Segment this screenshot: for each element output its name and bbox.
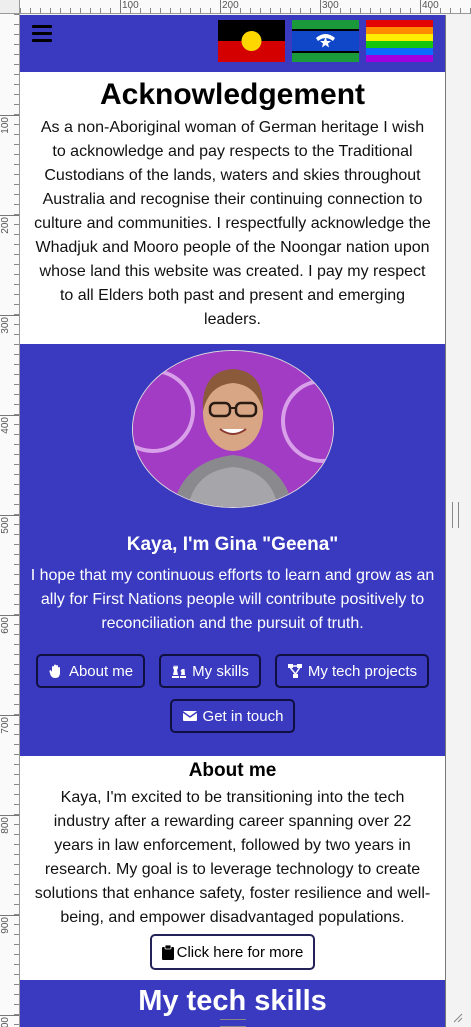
hero-section: Kaya, I'm Gina "Geena" I hope that my co…	[20, 344, 445, 756]
click-here-for-more-button[interactable]: Click here for more	[149, 934, 316, 970]
about-text: Kaya, I'm excited to be transitioning in…	[34, 789, 431, 926]
hero-greeting: Kaya, I'm Gina "Geena"	[126, 534, 339, 555]
envelope-icon	[182, 711, 197, 721]
aboriginal-flag	[218, 20, 285, 62]
acknowledgement-text: As a non-Aboriginal woman of German heri…	[34, 119, 431, 328]
rainbow-pride-flag	[366, 20, 433, 62]
acknowledgement-section: Acknowledgement As a non-Aboriginal woma…	[20, 72, 445, 344]
ruler-label: 200	[222, 0, 239, 11]
splitter-handle[interactable]	[452, 502, 459, 528]
my-skills-label: My skills	[192, 662, 249, 680]
about-title: About me	[188, 760, 277, 781]
about-section: About me Kaya, I'm excited to be transit…	[20, 756, 445, 980]
navbar	[20, 15, 445, 72]
page-viewport: Acknowledgement As a non-Aboriginal woma…	[20, 15, 446, 1027]
ruler-label: 600	[0, 617, 11, 634]
ruler-label: 800	[0, 817, 11, 834]
sitemap-icon	[287, 664, 302, 678]
ruler-label: 100	[122, 0, 139, 11]
ruler-label: 1000	[0, 1017, 11, 1027]
ruler-major-tick	[0, 1015, 19, 1016]
ruler-label: 200	[0, 217, 11, 234]
hamburger-menu-icon[interactable]	[32, 25, 52, 42]
ruler-label: 500	[0, 517, 11, 534]
ruler-label: 300	[322, 0, 339, 11]
resize-grip-icon[interactable]	[451, 1011, 463, 1023]
hero-intro: I hope that my continuous efforts to lea…	[30, 567, 435, 632]
get-in-touch-label: Get in touch	[202, 707, 284, 725]
ruler-label: 100	[0, 117, 11, 134]
ruler-label: 300	[0, 317, 11, 334]
profile-photo	[131, 350, 334, 508]
my-skills-button[interactable]: My skills	[159, 654, 261, 688]
ruler-corner	[0, 0, 20, 14]
my-tech-projects-label: My tech projects	[307, 662, 418, 680]
get-in-touch-button[interactable]: Get in touch	[169, 699, 296, 733]
bottom-resize-handle[interactable]	[220, 1019, 246, 1027]
chess-icon	[172, 665, 187, 678]
vertical-ruler: 100 200 300 400 500 600 700 800 900 1000	[0, 14, 20, 1027]
ruler-label: 900	[0, 917, 11, 934]
acknowledgement-title: Acknowledgement	[99, 78, 366, 111]
my-tech-projects-button[interactable]: My tech projects	[274, 654, 430, 688]
clipboard-icon	[161, 944, 174, 960]
flags-group	[218, 20, 433, 62]
horizontal-ruler: 100 200 300 400	[20, 0, 471, 14]
ruler-label: 400	[0, 417, 11, 434]
about-me-label: About me	[68, 662, 134, 680]
hand-icon	[49, 664, 60, 678]
tech-skills-title: My tech skills	[138, 985, 327, 1017]
torres-strait-islander-flag	[292, 20, 359, 62]
ruler-label: 700	[0, 717, 11, 734]
ruler-label: 400	[422, 0, 439, 11]
about-me-button[interactable]: About me	[35, 654, 146, 688]
more-button-label: Click here for more	[176, 943, 304, 961]
